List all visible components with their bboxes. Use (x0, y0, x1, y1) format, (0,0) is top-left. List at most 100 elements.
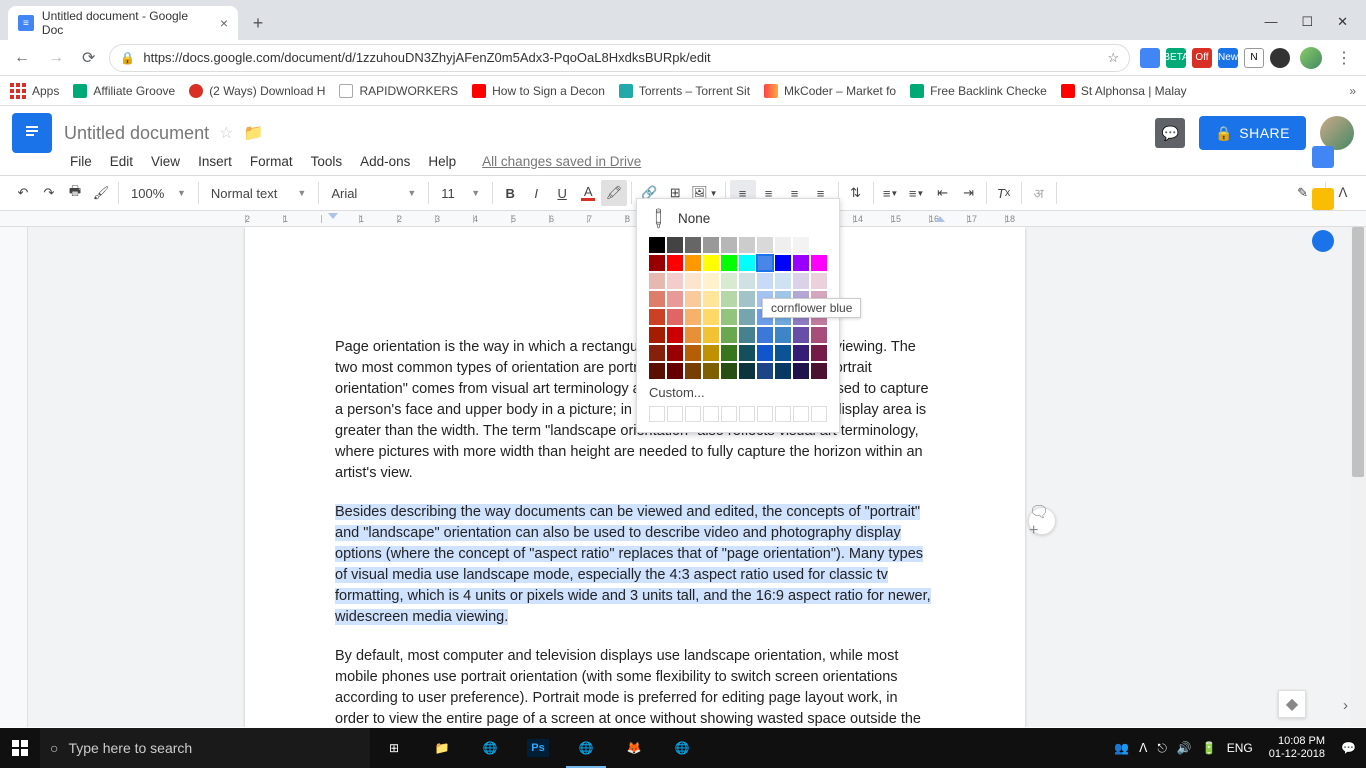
recent-color-swatch[interactable] (649, 406, 665, 422)
menu-view[interactable]: View (151, 154, 180, 169)
menu-addons[interactable]: Add-ons (360, 154, 410, 169)
recent-color-swatch[interactable] (739, 406, 755, 422)
menu-insert[interactable]: Insert (198, 154, 232, 169)
color-swatch[interactable] (685, 363, 701, 379)
ext-icon-4[interactable]: New (1218, 48, 1238, 68)
color-swatch[interactable] (739, 273, 755, 289)
color-swatch[interactable] (721, 237, 737, 253)
menu-file[interactable]: File (70, 154, 92, 169)
clear-formatting-button[interactable]: Tx (991, 180, 1017, 206)
location-icon[interactable]: ⎋ (1157, 741, 1167, 756)
color-swatch[interactable] (775, 255, 791, 271)
paint-format-button[interactable]: 🖌 (88, 180, 114, 206)
font-size-select[interactable]: 11▼ (433, 180, 488, 206)
color-swatch[interactable] (775, 237, 791, 253)
back-button[interactable]: ← (10, 47, 34, 69)
recent-color-swatch[interactable] (793, 406, 809, 422)
bookmark-item[interactable]: Torrents – Torrent Sit (619, 84, 750, 98)
tasks-icon[interactable] (1312, 230, 1334, 252)
right-indent-marker[interactable] (935, 216, 945, 222)
color-swatch[interactable] (649, 345, 665, 361)
color-swatch[interactable] (793, 237, 809, 253)
color-swatch[interactable] (703, 345, 719, 361)
chrome-menu-icon[interactable]: ⋮ (1332, 46, 1356, 70)
color-swatch[interactable] (721, 291, 737, 307)
numbered-list-button[interactable]: ≡▼ (878, 180, 904, 206)
apps-button[interactable]: Apps (10, 83, 59, 99)
color-swatch[interactable] (649, 363, 665, 379)
vertical-scrollbar[interactable] (1350, 227, 1366, 727)
clock[interactable]: 10:08 PM 01-12-2018 (1263, 735, 1331, 761)
ext-icon-6[interactable] (1270, 48, 1290, 68)
bookmark-item[interactable]: How to Sign a Decon (472, 84, 605, 98)
color-swatch[interactable] (793, 273, 809, 289)
color-swatch[interactable] (667, 327, 683, 343)
firefox-icon[interactable]: 🦊 (610, 728, 658, 768)
color-swatch[interactable] (793, 327, 809, 343)
color-swatch[interactable] (739, 255, 755, 271)
ext-icon-5[interactable]: N (1244, 48, 1264, 68)
text-color-button[interactable]: A (575, 180, 601, 206)
indent-marker[interactable] (328, 213, 338, 223)
ext-icon-3[interactable]: Off (1192, 48, 1212, 68)
recent-color-swatch[interactable] (667, 406, 683, 422)
color-swatch[interactable] (739, 345, 755, 361)
side-panel-toggle[interactable]: › (1343, 697, 1348, 714)
input-tools-button[interactable]: अ (1026, 180, 1052, 206)
bookmark-item[interactable]: Affiliate Groove (73, 84, 175, 98)
color-swatch[interactable] (793, 255, 809, 271)
color-swatch[interactable] (739, 291, 755, 307)
recent-color-swatch[interactable] (775, 406, 791, 422)
color-swatch[interactable] (703, 255, 719, 271)
color-swatch[interactable] (685, 345, 701, 361)
color-swatch[interactable] (811, 237, 827, 253)
color-swatch[interactable] (685, 255, 701, 271)
decrease-indent-button[interactable]: ⇤ (930, 180, 956, 206)
redo-button[interactable]: ↷ (36, 180, 62, 206)
document-title[interactable]: Untitled document (64, 123, 209, 144)
color-swatch[interactable] (667, 363, 683, 379)
save-status[interactable]: All changes saved in Drive (482, 154, 641, 169)
battery-icon[interactable]: 🔋 (1202, 741, 1217, 755)
color-swatch[interactable] (757, 327, 773, 343)
undo-button[interactable]: ↶ (10, 180, 36, 206)
reload-button[interactable]: ⟳ (78, 46, 99, 70)
color-swatch[interactable] (685, 309, 701, 325)
color-swatch[interactable] (721, 345, 737, 361)
italic-button[interactable]: I (523, 180, 549, 206)
style-select[interactable]: Normal text▼ (203, 180, 314, 206)
menu-format[interactable]: Format (250, 154, 293, 169)
bold-button[interactable]: B (497, 180, 523, 206)
bulleted-list-button[interactable]: ≡▼ (904, 180, 930, 206)
color-swatch[interactable] (757, 255, 773, 271)
color-swatch[interactable] (703, 309, 719, 325)
document-page[interactable]: Page orientation is the way in which a r… (245, 227, 1025, 727)
custom-color-option[interactable]: Custom... (649, 385, 827, 400)
photoshop-icon[interactable]: Ps (514, 728, 562, 768)
bookmark-item[interactable]: Free Backlink Checke (910, 84, 1047, 98)
volume-icon[interactable]: 🔊 (1177, 741, 1192, 755)
menu-tools[interactable]: Tools (311, 154, 343, 169)
color-swatch[interactable] (667, 345, 683, 361)
color-swatch[interactable] (685, 237, 701, 253)
color-swatch[interactable] (667, 309, 683, 325)
taskbar-search[interactable]: ○ Type here to search (40, 728, 370, 768)
color-swatch[interactable] (721, 273, 737, 289)
color-swatch[interactable] (757, 273, 773, 289)
file-explorer-icon[interactable]: 📁 (418, 728, 466, 768)
color-swatch[interactable] (685, 273, 701, 289)
highlight-color-button[interactable]: 🖍 (601, 180, 627, 206)
color-swatch[interactable] (775, 345, 791, 361)
recent-color-swatch[interactable] (721, 406, 737, 422)
color-swatch[interactable] (811, 363, 827, 379)
color-swatch[interactable] (685, 291, 701, 307)
close-tab-icon[interactable]: × (220, 15, 228, 31)
notifications-icon[interactable]: 💬 (1341, 741, 1356, 755)
menu-help[interactable]: Help (428, 154, 456, 169)
color-swatch[interactable] (775, 273, 791, 289)
ext-icon-2[interactable]: BETA (1166, 48, 1186, 68)
docs-logo-icon[interactable] (12, 113, 52, 153)
color-swatch[interactable] (757, 237, 773, 253)
color-swatch[interactable] (811, 345, 827, 361)
calendar-icon[interactable] (1312, 146, 1334, 168)
